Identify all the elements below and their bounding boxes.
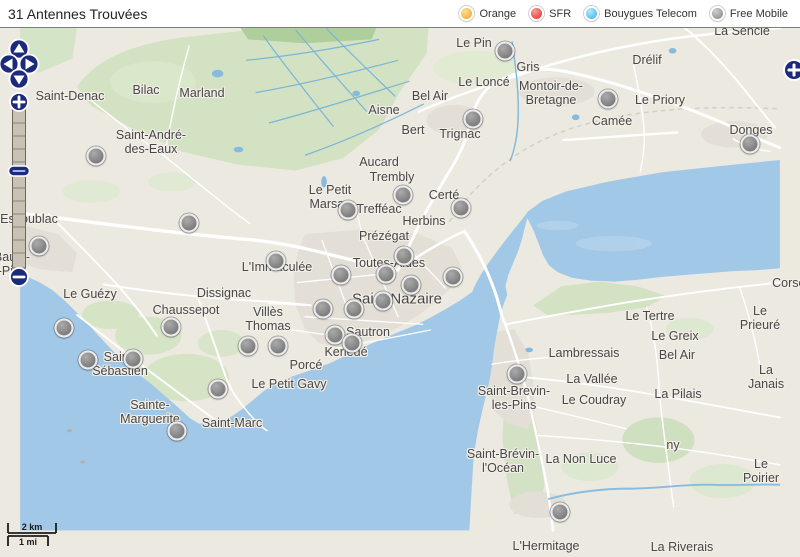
- antenna-marker[interactable]: [124, 350, 143, 369]
- zoom-out-button[interactable]: [10, 268, 28, 286]
- sfr-carrier-icon: [529, 6, 544, 21]
- zoom-slider[interactable]: [9, 93, 30, 286]
- pan-down-button[interactable]: [10, 70, 29, 89]
- zoom-in-button[interactable]: [10, 93, 28, 111]
- orange-carrier-icon: [459, 6, 474, 21]
- antenna-marker[interactable]: [314, 300, 333, 319]
- scale-mi-label: 1 mi: [19, 537, 37, 547]
- antenna-marker[interactable]: [87, 147, 106, 166]
- header: 31 Antennes Trouvées Orange SFR Bouygues…: [0, 0, 800, 28]
- carrier-legend: Orange SFR Bouygues Telecom Free Mobile: [459, 6, 788, 21]
- expand-panel-button[interactable]: [782, 58, 800, 84]
- antenna-marker[interactable]: [55, 319, 74, 338]
- bouygues-carrier-icon: [584, 6, 599, 21]
- zoom-slider-handle[interactable]: [9, 166, 30, 176]
- legend-label: Free Mobile: [730, 8, 788, 20]
- antenna-marker[interactable]: [452, 199, 471, 218]
- antenna-marker[interactable]: [551, 503, 570, 522]
- antenna-marker[interactable]: [180, 214, 199, 233]
- antenna-marker[interactable]: [339, 201, 358, 220]
- antenna-marker[interactable]: [332, 266, 351, 285]
- map-tiles: [0, 28, 800, 557]
- antenna-marker[interactable]: [394, 186, 413, 205]
- antenna-marker[interactable]: [162, 318, 181, 337]
- antenna-marker[interactable]: [508, 365, 527, 384]
- antenna-marker[interactable]: [269, 337, 288, 356]
- free-mobile-carrier-icon: [710, 6, 725, 21]
- antenna-marker[interactable]: [168, 422, 187, 441]
- legend-item-sfr: SFR: [529, 6, 571, 21]
- map-navigation-controls: [0, 36, 42, 288]
- legend-label: Bouygues Telecom: [604, 8, 697, 20]
- minus-icon: [13, 276, 26, 279]
- antenna-marker[interactable]: [79, 351, 98, 370]
- map-scale-bar: 2 km 1 mi: [4, 517, 66, 555]
- legend-label: Orange: [479, 8, 516, 20]
- zoom-slider-track[interactable]: [13, 110, 26, 268]
- pan-control[interactable]: [0, 40, 39, 89]
- antenna-marker[interactable]: [343, 334, 362, 353]
- antenna-marker[interactable]: [599, 90, 618, 109]
- antenna-marker[interactable]: [377, 265, 396, 284]
- legend-item-free: Free Mobile: [710, 6, 788, 21]
- antenna-marker[interactable]: [374, 292, 393, 311]
- antenna-marker[interactable]: [395, 247, 414, 266]
- scale-km-label: 2 km: [22, 522, 43, 532]
- results-count-title: 31 Antennes Trouvées: [8, 6, 147, 22]
- antenna-marker[interactable]: [267, 252, 286, 271]
- antenna-marker[interactable]: [741, 135, 760, 154]
- antenna-marker[interactable]: [496, 42, 515, 61]
- antenna-map-app: 31 Antennes Trouvées Orange SFR Bouygues…: [0, 0, 800, 557]
- antenna-marker[interactable]: [345, 300, 364, 319]
- antenna-marker[interactable]: [444, 268, 463, 287]
- map-canvas[interactable]: Saint-DenacBilacMarlandSaint-André- des-…: [0, 28, 800, 557]
- legend-label: SFR: [549, 8, 571, 20]
- antenna-marker[interactable]: [402, 276, 421, 295]
- antenna-marker[interactable]: [239, 337, 258, 356]
- antenna-marker[interactable]: [464, 110, 483, 129]
- legend-item-bouygues: Bouygues Telecom: [584, 6, 697, 21]
- legend-item-orange: Orange: [459, 6, 516, 21]
- antenna-marker[interactable]: [209, 380, 228, 399]
